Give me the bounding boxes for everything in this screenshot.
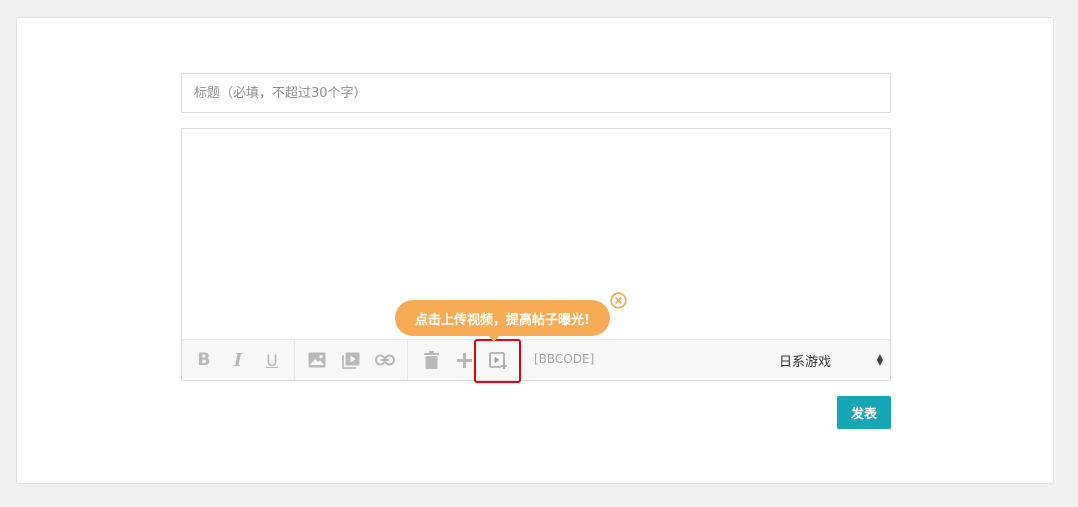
underline-button[interactable]: U xyxy=(260,348,284,372)
bbcode-toggle[interactable]: [BBCODE] xyxy=(534,352,594,366)
editor-toolbar: B I U [BBCODE] 日系游戏 ▲ ▼ xyxy=(182,339,890,380)
insert-video-button[interactable] xyxy=(339,348,363,372)
close-icon[interactable] xyxy=(610,292,627,309)
plus-icon xyxy=(456,352,472,368)
content-editor: B I U [BBCODE] 日系游戏 ▲ ▼ xyxy=(181,128,891,381)
link-icon xyxy=(375,354,395,366)
category-select[interactable]: 日系游戏 ▲ ▼ xyxy=(779,346,883,374)
insert-image-button[interactable] xyxy=(305,348,329,372)
toolbar-divider xyxy=(407,340,408,380)
bold-button[interactable]: B xyxy=(192,348,216,372)
submit-button[interactable]: 发表 xyxy=(837,396,891,429)
italic-button[interactable]: I xyxy=(226,348,250,372)
bold-icon: B xyxy=(197,350,211,370)
clear-button[interactable] xyxy=(419,348,443,372)
toolbar-divider xyxy=(294,340,295,380)
video-upload-icon xyxy=(489,351,507,369)
tooltip-pointer xyxy=(488,335,500,342)
updown-arrows-icon: ▲ ▼ xyxy=(876,352,883,367)
italic-icon: I xyxy=(233,349,243,371)
image-icon xyxy=(308,352,326,368)
title-input[interactable] xyxy=(181,73,891,113)
upload-video-button[interactable] xyxy=(486,348,510,372)
trash-icon xyxy=(423,351,439,369)
category-selected-value: 日系游戏 xyxy=(779,354,832,370)
video-library-icon xyxy=(342,352,360,369)
tooltip-text: 点击上传视频，提高帖子曝光! xyxy=(415,312,590,328)
upload-video-tooltip: 点击上传视频，提高帖子曝光! xyxy=(395,300,610,336)
add-button[interactable] xyxy=(452,348,476,372)
underline-icon: U xyxy=(266,350,278,370)
insert-link-button[interactable] xyxy=(373,348,397,372)
